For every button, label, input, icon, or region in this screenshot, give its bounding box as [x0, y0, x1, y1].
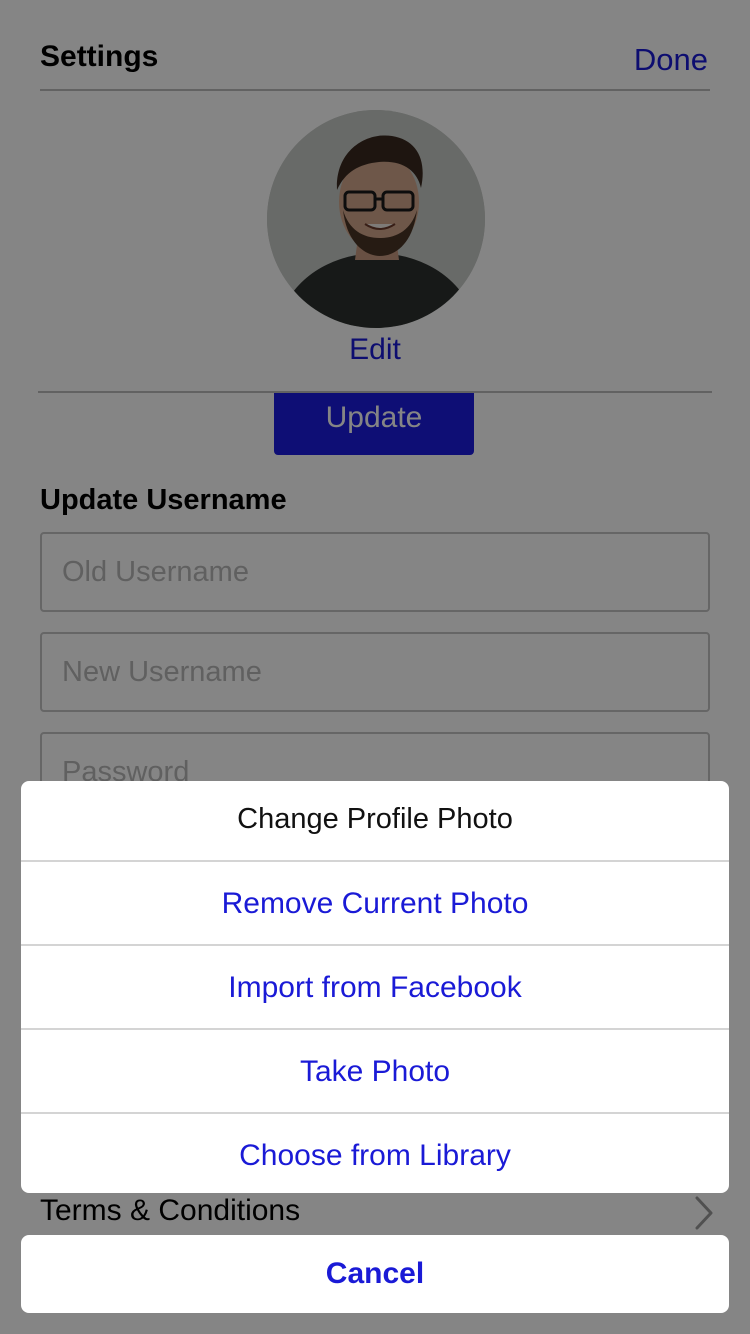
take-photo-option[interactable]: Take Photo — [21, 1030, 729, 1114]
action-sheet-title: Change Profile Photo — [21, 781, 729, 862]
choose-from-library-option[interactable]: Choose from Library — [21, 1114, 729, 1193]
cancel-button[interactable]: Cancel — [21, 1235, 729, 1313]
remove-current-photo-option[interactable]: Remove Current Photo — [21, 862, 729, 946]
action-sheet: Change Profile Photo Remove Current Phot… — [21, 781, 729, 1193]
import-from-facebook-option[interactable]: Import from Facebook — [21, 946, 729, 1030]
